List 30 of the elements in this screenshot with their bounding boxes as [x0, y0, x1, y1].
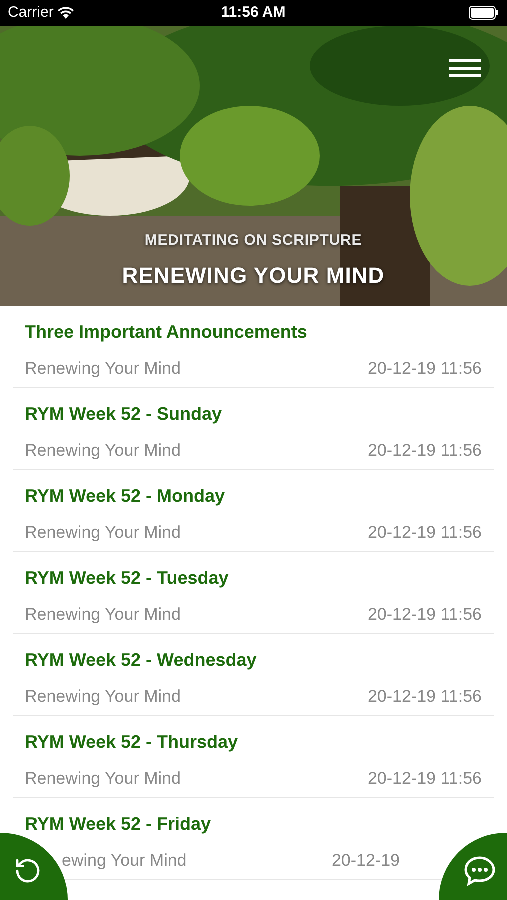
post-source: Renewing Your Mind: [25, 358, 181, 380]
status-time: 11:56 AM: [221, 2, 286, 23]
post-source: Renewing Your Mind: [25, 768, 181, 790]
post-date: 20-12-19 11:56: [368, 686, 482, 708]
post-title[interactable]: RYM Week 52 - Friday: [13, 810, 494, 838]
wifi-icon: [58, 7, 74, 19]
menu-button[interactable]: [449, 56, 481, 80]
refresh-icon: [14, 856, 42, 884]
post-title[interactable]: RYM Week 52 - Monday: [13, 482, 494, 510]
post-source: Renewing Your Mind: [25, 604, 181, 626]
post-title[interactable]: Three Important Announcements: [13, 318, 494, 346]
post-date: 20-12-19 11:56: [368, 768, 482, 790]
post-date: 20-12-19 11:56: [368, 604, 482, 626]
post-source: Renewing Your Mind: [25, 686, 181, 708]
post-date: 20-12-19: [332, 850, 400, 872]
post-date: 20-12-19 11:56: [368, 522, 482, 544]
post-title[interactable]: RYM Week 52 - Sunday: [13, 400, 494, 428]
chat-icon: [463, 854, 497, 886]
post-source: ewing Your Mind: [62, 850, 187, 872]
post-date: 20-12-19 11:56: [368, 440, 482, 462]
post-title[interactable]: RYM Week 52 - Tuesday: [13, 564, 494, 592]
header-title: RENEWING YOUR MIND: [122, 262, 385, 290]
post-title[interactable]: RYM Week 52 - Thursday: [13, 728, 494, 756]
post-title[interactable]: RYM Week 52 - Wednesday: [13, 646, 494, 674]
carrier-text: Carrier: [8, 2, 54, 23]
post-source: Renewing Your Mind: [25, 522, 181, 544]
post-source: Renewing Your Mind: [25, 440, 181, 462]
post-date: 20-12-19 11:56: [368, 358, 482, 380]
header-subtitle: MEDITATING ON SCRIPTURE: [144, 231, 362, 251]
battery-icon: [469, 6, 499, 20]
